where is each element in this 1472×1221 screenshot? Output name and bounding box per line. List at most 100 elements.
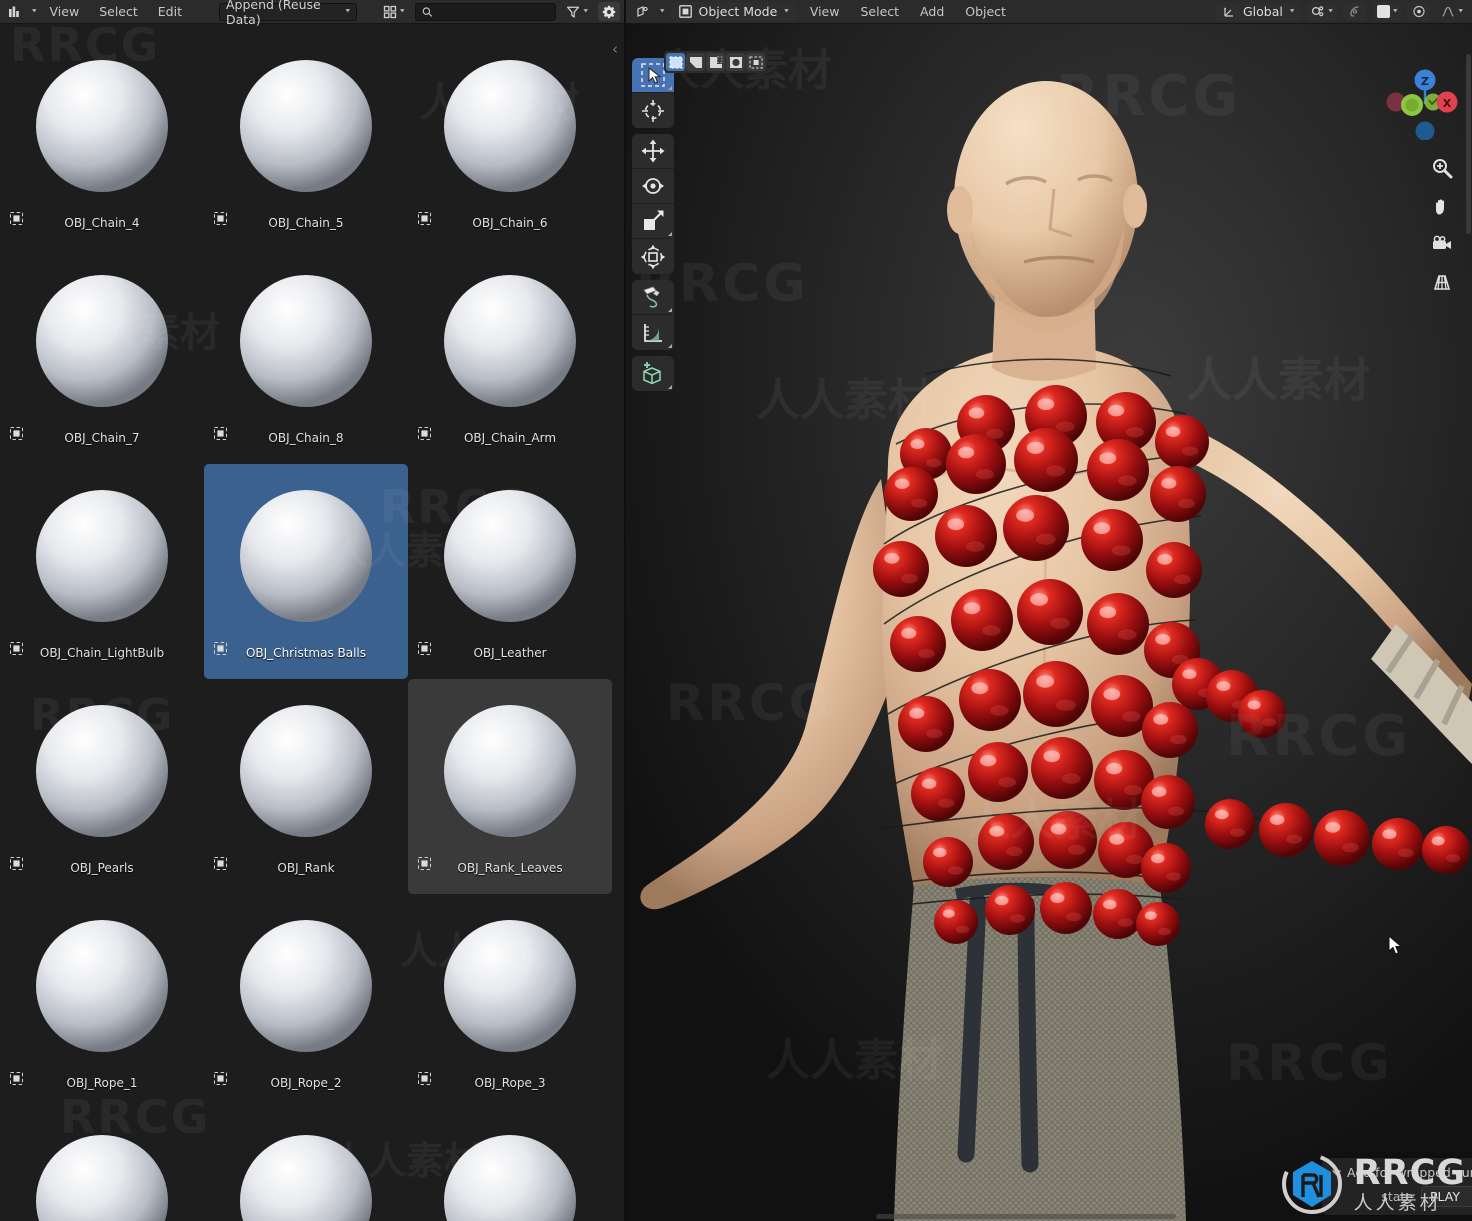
gear-icon	[602, 5, 616, 18]
select-mode-invert[interactable]	[726, 53, 745, 71]
snapping-button[interactable]: ▾	[1307, 2, 1337, 21]
vp-menu-object[interactable]: Object	[958, 3, 1013, 20]
asset-item[interactable]: OBJ_Chain_3	[408, 24, 612, 34]
vp-menu-view[interactable]: View	[803, 3, 847, 20]
asset-item[interactable]: OBJ_Rope_3	[408, 894, 612, 1109]
scale-tool[interactable]	[632, 204, 674, 239]
asset-item[interactable]: OBJ_Rank_Leaves	[408, 679, 612, 894]
viewport-nav-buttons	[1428, 154, 1456, 296]
select-mode-set[interactable]	[666, 53, 685, 71]
vp-menu-add[interactable]: Add	[913, 3, 951, 20]
annotate-tool[interactable]	[632, 280, 674, 315]
editor-type-chevron-icon[interactable]: ▾	[660, 8, 665, 15]
select-mode-extend[interactable]	[686, 53, 705, 71]
asset-item[interactable]: OBJ_Chain_5	[204, 34, 408, 249]
pivot-point-button[interactable]: ▾	[1372, 2, 1402, 21]
thumbnail-render	[239, 1135, 372, 1221]
filter-button[interactable]: ▾	[562, 2, 592, 21]
christmas-ball	[968, 742, 1028, 802]
asset-label: OBJ_Rank_Leaves	[457, 861, 563, 875]
asset-item[interactable]: OBJ_Chain_7	[0, 249, 204, 464]
asset-item[interactable]: OBJ_Rope_5	[204, 1109, 408, 1221]
select-mode-subtract[interactable]	[706, 53, 725, 71]
christmas-ball	[1259, 803, 1313, 857]
christmas-ball	[1141, 843, 1191, 893]
asset-item[interactable]: OBJ_Rope_2	[204, 894, 408, 1109]
display-mode-button[interactable]: ▾	[378, 2, 409, 21]
chevron-down-icon: ▾	[399, 7, 405, 15]
asset-item[interactable]: OBJ_Christmas Balls	[204, 464, 408, 679]
asset-item[interactable]: OBJ_Chain_Arm	[408, 249, 612, 464]
search-input[interactable]	[414, 2, 557, 21]
christmas-ball	[898, 696, 954, 752]
menu-view[interactable]: View	[43, 3, 87, 20]
asset-item[interactable]: OBJ_Chain_6	[408, 34, 612, 249]
logo-text: RRCG	[1353, 1152, 1466, 1193]
select-mode-intersect[interactable]	[746, 53, 765, 71]
thumbnail-render	[443, 920, 576, 1052]
measure-tool[interactable]	[632, 315, 674, 350]
toolbar-group	[632, 134, 674, 274]
move-tool[interactable]	[632, 134, 674, 169]
pan-hand-icon[interactable]	[1428, 192, 1456, 220]
viewport-horizontal-scrollbar[interactable]	[876, 1214, 1176, 1219]
christmas-ball	[873, 541, 929, 597]
asset-item[interactable]: OBJ_Chain_1	[0, 24, 204, 34]
perspective-grid-icon[interactable]	[1428, 268, 1456, 296]
transform-orientation-dropdown[interactable]: Global ▾	[1216, 2, 1301, 21]
menu-select[interactable]: Select	[92, 3, 145, 20]
region-collapse-arrow[interactable]: ‹	[612, 40, 618, 58]
asset-type-icon	[418, 1070, 431, 1085]
asset-item[interactable]: OBJ_Rank	[204, 679, 408, 894]
vp-menu-select[interactable]: Select	[853, 3, 906, 20]
filebrowser-editor-icon[interactable]	[4, 2, 26, 21]
proportional-editing-button[interactable]	[1343, 2, 1366, 21]
zoom-icon[interactable]	[1428, 154, 1456, 182]
asset-item[interactable]: OBJ_Chain_8	[204, 249, 408, 464]
asset-type-icon	[418, 640, 431, 655]
asset-thumbnail	[15, 469, 190, 644]
viewport-scene[interactable]: Z X Add for wrapped curve	[626, 24, 1472, 1221]
asset-item[interactable]: OBJ_Chain_LightBulb	[0, 464, 204, 679]
menu-edit[interactable]: Edit	[151, 3, 189, 20]
transform-tool[interactable]	[632, 239, 674, 274]
asset-item[interactable]: OBJ_Rope_6	[408, 1109, 612, 1221]
blender-window: ▾ View Select Edit Append (Reuse Data) ▾…	[0, 0, 1472, 1221]
import-mode-dropdown[interactable]: Append (Reuse Data) ▾	[218, 0, 357, 27]
christmas-ball	[1205, 799, 1255, 849]
asset-grid: OBJ_Chain_1 OBJ_Chain_2 OBJ_Chain_3	[0, 24, 624, 1221]
asset-thumbnail	[15, 684, 190, 859]
file-browser-grid-area[interactable]: OBJ_Chain_1 OBJ_Chain_2 OBJ_Chain_3	[0, 24, 624, 1221]
asset-item[interactable]: OBJ_Rope_1	[0, 894, 204, 1109]
thumbnail-render	[35, 490, 168, 622]
asset-item[interactable]: OBJ_Pearls	[0, 679, 204, 894]
asset-type-icon	[10, 425, 23, 440]
add-cube-tool[interactable]	[632, 356, 674, 391]
asset-item[interactable]: OBJ_Leather	[408, 464, 612, 679]
cursor-tool[interactable]	[632, 93, 674, 128]
christmas-ball	[923, 837, 973, 887]
svg-text:X: X	[1443, 97, 1452, 110]
search-field[interactable]	[437, 4, 550, 19]
asset-item[interactable]: OBJ_Rope_4	[0, 1109, 204, 1221]
asset-type-icon	[418, 855, 431, 870]
editor-type-chevron-icon[interactable]: ▾	[32, 8, 37, 15]
interaction-mode-dropdown[interactable]: Object Mode ▾	[671, 2, 796, 21]
viewport-vertical-scrollbar[interactable]	[1466, 54, 1471, 234]
asset-type-icon	[418, 425, 431, 440]
rotate-tool[interactable]	[632, 169, 674, 204]
asset-thumbnail	[15, 39, 190, 214]
christmas-ball	[890, 616, 946, 672]
asset-item[interactable]: OBJ_Chain_4	[0, 34, 204, 249]
3d-viewport-editor-icon[interactable]	[631, 2, 653, 21]
asset-label: OBJ_Chain_4	[64, 216, 140, 230]
camera-icon[interactable]	[1428, 230, 1456, 258]
falloff-button[interactable]: ▾	[1437, 2, 1467, 21]
object-mode-icon	[678, 5, 692, 18]
thumbnail-display-icon	[383, 5, 397, 18]
filter-settings-button[interactable]	[598, 2, 620, 21]
thumbnail-render	[443, 275, 576, 407]
thumbnail-render	[239, 920, 372, 1052]
snap-toggle-button[interactable]	[1408, 2, 1431, 21]
tool-settings-bar	[626, 48, 1472, 76]
